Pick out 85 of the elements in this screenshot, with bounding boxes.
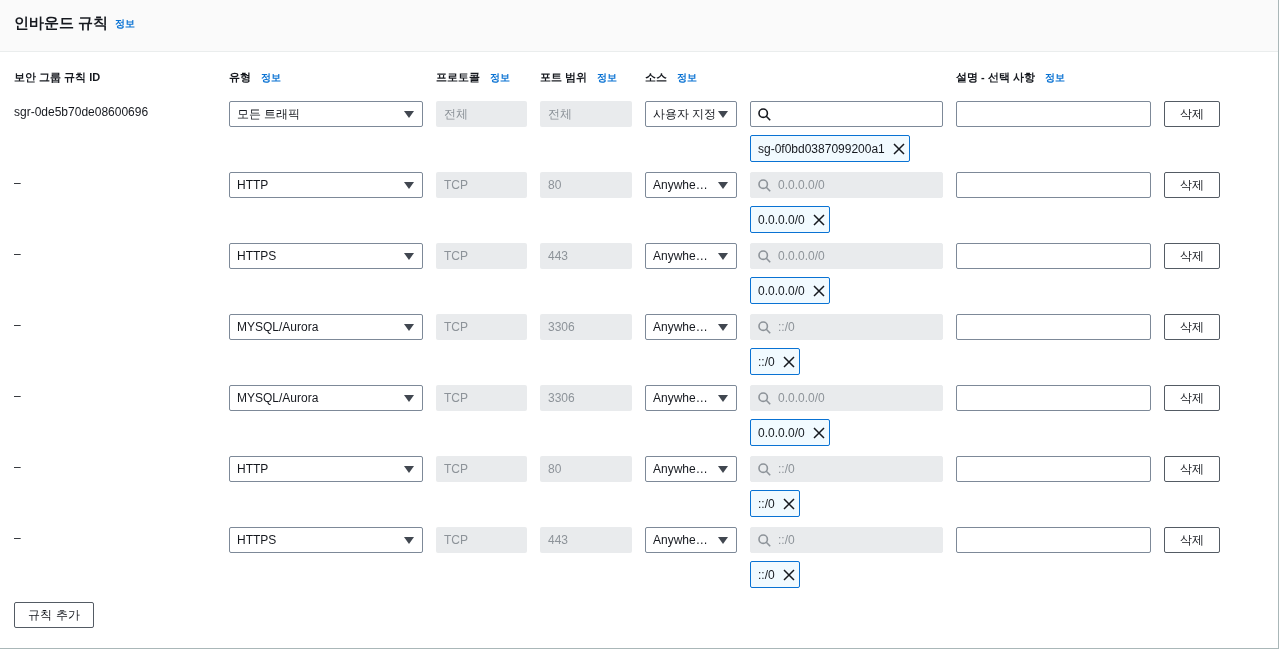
token-label: 0.0.0.0/0: [758, 283, 805, 298]
rule-id: –: [14, 175, 22, 190]
rule-id: –: [14, 388, 22, 403]
remove-token-button[interactable]: [782, 568, 795, 581]
type-select[interactable]: MYSQL/Aurora: [229, 314, 423, 340]
token-label: ::/0: [758, 354, 775, 369]
type-select[interactable]: HTTPS: [229, 527, 423, 553]
rule-id: sgr-0de5b70de08600696: [14, 104, 150, 119]
add-rule-button[interactable]: 규칙 추가: [14, 602, 94, 628]
token-label: sg-0f0bd0387099200a1: [758, 141, 885, 156]
token-label: 0.0.0.0/0: [758, 212, 805, 227]
source-select[interactable]: Anywhe…: [645, 527, 737, 553]
source-select[interactable]: Anywhe…: [645, 243, 737, 269]
source-select[interactable]: Anywhe…: [645, 385, 737, 411]
description-field[interactable]: [956, 385, 1151, 411]
rule-id: –: [14, 246, 22, 261]
type-select[interactable]: HTTP: [229, 456, 423, 482]
section-title: 인바운드 규칙: [14, 14, 109, 33]
caret-icon: [404, 465, 414, 473]
info-link[interactable]: 정보: [677, 71, 697, 85]
type-select[interactable]: 모든 트래픽: [229, 101, 423, 127]
caret-icon: [718, 536, 728, 544]
delete-button[interactable]: 삭제: [1164, 385, 1220, 411]
rule-id: –: [14, 317, 22, 332]
info-link[interactable]: 정보: [115, 16, 136, 31]
delete-button[interactable]: 삭제: [1164, 101, 1220, 127]
remove-token-button[interactable]: [892, 142, 905, 155]
search-icon: [758, 463, 771, 476]
column-header: 소스: [645, 70, 667, 85]
caret-icon: [718, 110, 728, 118]
remove-token-button[interactable]: [812, 213, 825, 226]
info-link[interactable]: 정보: [261, 71, 281, 85]
delete-button[interactable]: 삭제: [1164, 314, 1220, 340]
description-field[interactable]: [956, 172, 1151, 198]
rule-id: –: [14, 459, 22, 474]
caret-icon: [404, 394, 414, 402]
type-select[interactable]: HTTPS: [229, 243, 423, 269]
rule-id: –: [14, 530, 22, 545]
caret-icon: [404, 252, 414, 260]
info-link[interactable]: 정보: [1044, 71, 1065, 85]
caret-icon: [718, 181, 728, 189]
token-label: ::/0: [758, 567, 775, 582]
description-field[interactable]: [956, 456, 1151, 482]
column-header: 보안 그룹 규칙 ID: [14, 70, 101, 85]
source-select[interactable]: Anywhe…: [645, 314, 737, 340]
info-link[interactable]: 정보: [490, 71, 510, 85]
remove-token-button[interactable]: [812, 426, 825, 439]
search-icon: [758, 108, 771, 121]
search-icon: [758, 179, 771, 192]
type-select[interactable]: MYSQL/Aurora: [229, 385, 423, 411]
source-select[interactable]: Anywhe…: [645, 456, 737, 482]
caret-icon: [718, 465, 728, 473]
description-field[interactable]: [956, 101, 1151, 127]
column-header: 포트 범위: [540, 70, 588, 85]
column-header: 프로토콜: [436, 70, 480, 85]
search-icon: [758, 321, 771, 334]
delete-button[interactable]: 삭제: [1164, 243, 1220, 269]
caret-icon: [718, 394, 728, 402]
caret-icon: [718, 252, 728, 260]
search-icon: [758, 534, 771, 547]
token-label: 0.0.0.0/0: [758, 425, 805, 440]
caret-icon: [404, 110, 414, 118]
remove-token-button[interactable]: [782, 497, 795, 510]
source-select[interactable]: 사용자 지정: [645, 101, 737, 127]
description-field[interactable]: [956, 243, 1151, 269]
search-icon: [758, 250, 771, 263]
delete-button[interactable]: 삭제: [1164, 527, 1220, 553]
description-field[interactable]: [956, 314, 1151, 340]
search-icon: [758, 392, 771, 405]
caret-icon: [718, 323, 728, 331]
delete-button[interactable]: 삭제: [1164, 456, 1220, 482]
column-header: 설명 - 선택 사항: [956, 70, 1035, 85]
remove-token-button[interactable]: [782, 355, 795, 368]
description-field[interactable]: [956, 527, 1151, 553]
caret-icon: [404, 181, 414, 189]
delete-button[interactable]: 삭제: [1164, 172, 1220, 198]
caret-icon: [404, 536, 414, 544]
source-search-field[interactable]: [750, 101, 943, 127]
source-select[interactable]: Anywhe…: [645, 172, 737, 198]
remove-token-button[interactable]: [812, 284, 825, 297]
info-link[interactable]: 정보: [597, 71, 618, 85]
token-label: ::/0: [758, 496, 775, 511]
column-header: 유형: [229, 70, 251, 85]
caret-icon: [404, 323, 414, 331]
type-select[interactable]: HTTP: [229, 172, 423, 198]
